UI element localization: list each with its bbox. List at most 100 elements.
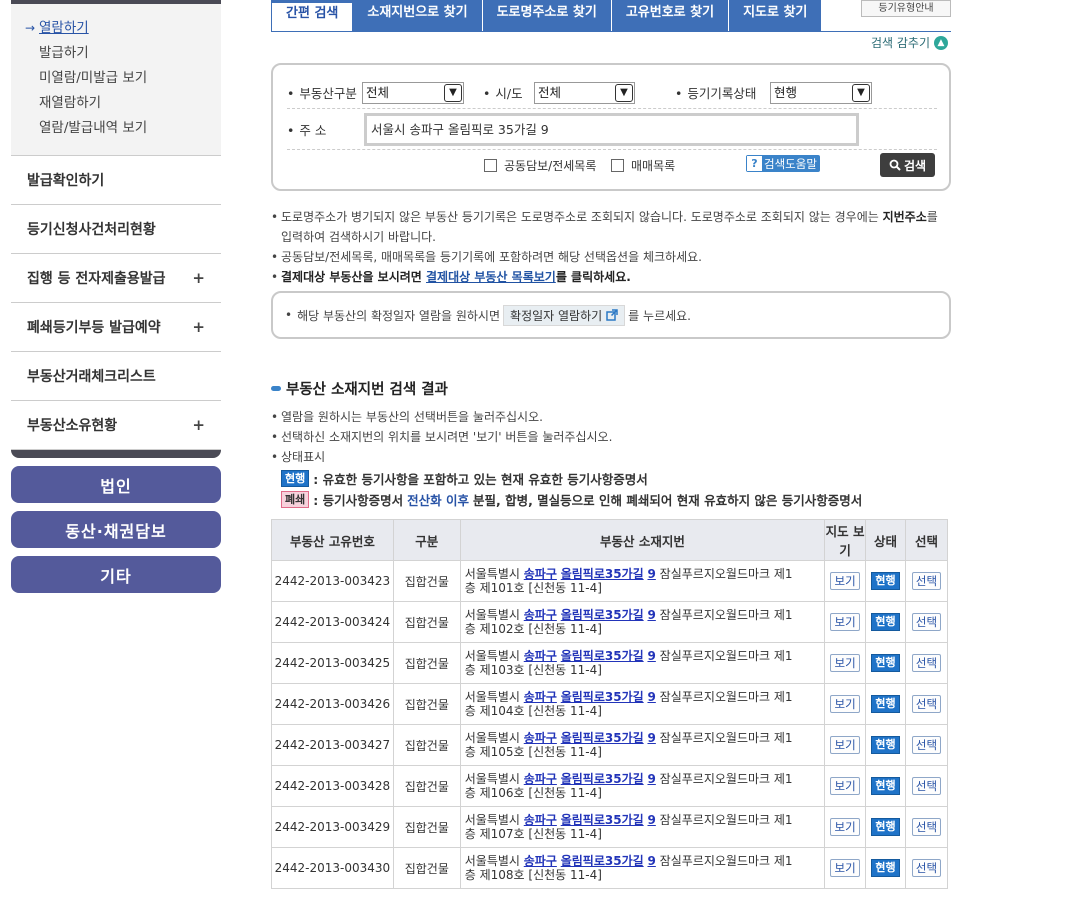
chevron-down-icon[interactable]: ▼ — [444, 84, 462, 102]
road-link[interactable]: 올림픽로35가길 — [561, 813, 644, 827]
plus-icon[interactable]: + — [192, 269, 205, 287]
sub-item-label[interactable]: 미열람/미발급 보기 — [39, 70, 147, 86]
search-tabs: 간편 검색 소재지번으로 찾기 도로명주소로 찾기 고유번호로 찾기 지도로 찾… — [271, 0, 823, 32]
building-number-link[interactable]: 9 — [647, 854, 655, 868]
sub-item-review[interactable]: 재열람하기 — [11, 91, 221, 116]
building-number-link[interactable]: 9 — [647, 731, 655, 745]
map-view-button[interactable]: 보기 — [830, 695, 860, 713]
state-cell: 현행 — [865, 560, 906, 602]
select-button[interactable]: 선택 — [911, 613, 942, 631]
sub-item-label[interactable]: 열람하기 — [39, 20, 89, 36]
tab-simple-search[interactable]: 간편 검색 — [271, 0, 354, 32]
search-help-button[interactable]: ? 검색도움말 — [746, 155, 820, 172]
district-link[interactable]: 송파구 — [524, 649, 557, 663]
road-link[interactable]: 올림픽로35가길 — [561, 567, 644, 581]
result-title: 부동산 소재지번 검색 결과 — [271, 378, 448, 399]
unique-number-cell: 2442-2013-003430 — [271, 847, 394, 889]
road-link[interactable]: 올림픽로35가길 — [561, 854, 644, 868]
address-label: 주 소 — [287, 120, 326, 139]
sidebar-item-checklist[interactable]: 부동산거래체크리스트 — [11, 352, 221, 401]
sub-item-unviewed[interactable]: 미열람/미발급 보기 — [11, 66, 221, 91]
select-button[interactable]: 선택 — [911, 572, 942, 590]
district-link[interactable]: 송파구 — [524, 690, 557, 704]
sidebar-item-ownership[interactable]: 부동산소유현황 + — [11, 401, 221, 450]
sidebar-item-electronic-submit[interactable]: 집행 등 전자제출용발급 + — [11, 254, 221, 303]
sidebar-item-closed-reservation[interactable]: 폐쇄등기부등 발급예약 + — [11, 303, 221, 352]
search-button[interactable]: 검색 — [880, 153, 935, 177]
tab-road-address[interactable]: 도로명주소로 찾기 — [482, 0, 612, 32]
building-number-link[interactable]: 9 — [647, 690, 655, 704]
select-button[interactable]: 선택 — [911, 654, 942, 672]
sub-item-view[interactable]: → 열람하기 — [11, 16, 221, 41]
hide-search-link[interactable]: 검색 감추기 ▲ — [871, 34, 949, 51]
collateral-checkbox[interactable]: 공동담보/전세목록 — [484, 157, 596, 174]
confirm-date-view-button[interactable]: 확정일자 열람하기 — [503, 304, 626, 326]
chevron-down-icon[interactable]: ▼ — [615, 84, 633, 102]
building-number-link[interactable]: 9 — [647, 813, 655, 827]
tab-lot-number[interactable]: 소재지번으로 찾기 — [353, 0, 483, 32]
plus-icon[interactable]: + — [192, 318, 205, 336]
chevron-down-icon[interactable]: ▼ — [852, 84, 870, 102]
hide-search-label[interactable]: 검색 감추기 — [871, 34, 930, 51]
map-view-button[interactable]: 보기 — [830, 736, 860, 754]
district-link[interactable]: 송파구 — [524, 567, 557, 581]
sidebar-item-case-status[interactable]: 등기신청사건처리현황 — [11, 205, 221, 254]
sub-item-label[interactable]: 재열람하기 — [39, 95, 101, 111]
building-number-link[interactable]: 9 — [647, 772, 655, 786]
magnifier-icon — [889, 159, 901, 171]
district-link[interactable]: 송파구 — [524, 813, 557, 827]
checkbox-box[interactable] — [484, 159, 497, 172]
map-view-button[interactable]: 보기 — [830, 572, 860, 590]
select-button[interactable]: 선택 — [911, 695, 942, 713]
district-link[interactable]: 송파구 — [524, 772, 557, 786]
region-select[interactable]: 전체 ▼ — [534, 82, 635, 104]
sub-item-label[interactable]: 열람/발급내역 보기 — [39, 120, 147, 136]
select-button[interactable]: 선택 — [911, 777, 942, 795]
checkbox-box[interactable] — [611, 159, 624, 172]
road-link[interactable]: 올림픽로35가길 — [561, 690, 644, 704]
movable-collateral-button[interactable]: 동산·채권담보 — [11, 511, 221, 548]
map-view-button[interactable]: 보기 — [830, 818, 860, 836]
other-button[interactable]: 기타 — [11, 556, 221, 593]
select-button[interactable]: 선택 — [911, 859, 942, 877]
registry-type-guide-button[interactable]: 등기유형안내 — [861, 0, 951, 17]
legend-text: 분필, 합병, 멸실등으로 인해 폐쇄되어 현재 유효하지 않은 등기사항증명서 — [472, 493, 863, 508]
select-button[interactable]: 선택 — [911, 818, 942, 836]
corporation-button[interactable]: 법인 — [11, 466, 221, 503]
map-view-button[interactable]: 보기 — [830, 777, 860, 795]
tab-unique-number[interactable]: 고유번호로 찾기 — [611, 0, 730, 32]
property-type-select[interactable]: 전체 ▼ — [362, 82, 464, 104]
unique-number-cell: 2442-2013-003428 — [271, 765, 394, 807]
address-input[interactable]: 서울시 송파구 올림픽로 35가길 9 — [364, 113, 859, 146]
select-button[interactable]: 선택 — [911, 736, 942, 754]
district-link[interactable]: 송파구 — [524, 731, 557, 745]
divider — [287, 108, 937, 109]
map-view-button[interactable]: 보기 — [830, 654, 860, 672]
sub-item-history[interactable]: 열람/발급내역 보기 — [11, 116, 221, 141]
district-link[interactable]: 송파구 — [524, 854, 557, 868]
payment-list-link[interactable]: 결제대상 부동산 목록보기 — [426, 270, 556, 284]
sidebar-bottom-bar — [11, 450, 221, 458]
note-text: 를 — [926, 210, 938, 224]
building-number-link[interactable]: 9 — [647, 567, 655, 581]
note-options: 공동담보/전세목록, 매매목록을 등기기록에 포함하려면 해당 선택옵션을 체크… — [271, 247, 951, 267]
map-view-button[interactable]: 보기 — [830, 613, 860, 631]
building-number-link[interactable]: 9 — [647, 608, 655, 622]
road-link[interactable]: 올림픽로35가길 — [561, 731, 644, 745]
record-status-select[interactable]: 현행 ▼ — [770, 82, 872, 104]
plus-icon[interactable]: + — [192, 416, 205, 434]
road-link[interactable]: 올림픽로35가길 — [561, 608, 644, 622]
chevron-up-icon[interactable]: ▲ — [934, 35, 949, 50]
sidebar-item-issue-confirm[interactable]: 발급확인하기 — [11, 156, 221, 205]
road-link[interactable]: 올림픽로35가길 — [561, 649, 644, 663]
location-cell: 서울특별시 송파구 올림픽로35가길 9 잠실푸르지오월드마크 제1 층 제106… — [459, 765, 826, 807]
building-number-link[interactable]: 9 — [647, 649, 655, 663]
sale-list-checkbox[interactable]: 매매목록 — [611, 157, 675, 174]
road-link[interactable]: 올림픽로35가길 — [561, 772, 644, 786]
tab-map[interactable]: 지도로 찾기 — [729, 0, 823, 32]
map-view-button[interactable]: 보기 — [830, 859, 860, 877]
sub-item-label[interactable]: 발급하기 — [39, 45, 89, 61]
sub-item-issue[interactable]: 발급하기 — [11, 41, 221, 66]
district-link[interactable]: 송파구 — [524, 608, 557, 622]
location-cell: 서울특별시 송파구 올림픽로35가길 9 잠실푸르지오월드마크 제1 층 제105… — [459, 724, 826, 766]
